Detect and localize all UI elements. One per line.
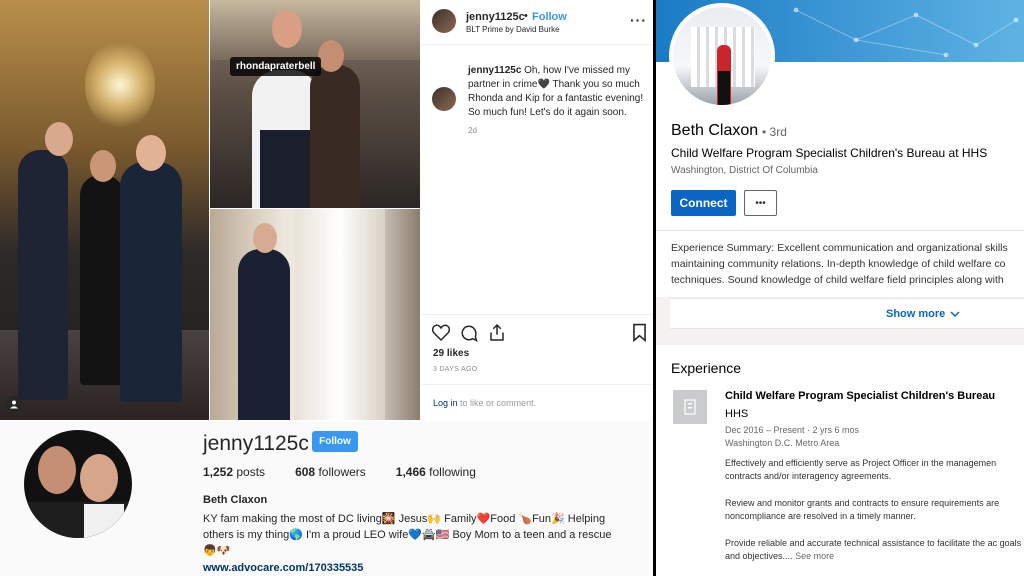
person-head bbox=[253, 223, 277, 253]
profile-follow-button[interactable]: Follow bbox=[312, 431, 358, 452]
bookmark-icon[interactable] bbox=[632, 323, 647, 347]
chevron-down-icon bbox=[950, 308, 960, 320]
job-title[interactable]: Child Welfare Program Specialist Childre… bbox=[725, 390, 995, 402]
heart-icon[interactable] bbox=[431, 324, 451, 346]
person-silhouette bbox=[238, 249, 290, 420]
top-card-divider bbox=[656, 230, 1024, 231]
person-silhouette bbox=[80, 175, 124, 385]
post-follow-link[interactable]: Follow bbox=[532, 11, 567, 23]
post-follow-dot: • bbox=[524, 10, 528, 22]
post-photo-bottom-right bbox=[210, 209, 420, 420]
chandelier-glow bbox=[85, 40, 155, 130]
avatar-person bbox=[38, 446, 76, 494]
linkedin-profile-photo[interactable] bbox=[669, 3, 775, 109]
login-prompt: Log in to like or comment. bbox=[433, 398, 536, 408]
following-stat[interactable]: 1,466 following bbox=[396, 465, 476, 479]
person-silhouette bbox=[18, 150, 68, 400]
person-head bbox=[136, 135, 166, 171]
see-more-link[interactable]: See more bbox=[795, 551, 834, 561]
user-tag-icon[interactable] bbox=[6, 396, 22, 412]
job-company[interactable]: HHS bbox=[725, 408, 748, 420]
avatar-person bbox=[80, 454, 118, 502]
experience-heading: Experience bbox=[671, 360, 742, 376]
profile-bio: KY fam making the most of DC living🎇 Jes… bbox=[203, 513, 612, 557]
more-actions-button[interactable]: ••• bbox=[744, 190, 777, 216]
login-link[interactable]: Log in bbox=[433, 398, 458, 408]
job-description-3: Provide reliable and accurate technical … bbox=[725, 537, 1024, 563]
followers-label: followers bbox=[318, 465, 366, 479]
job-description-3-text: Provide reliable and accurate technical … bbox=[725, 538, 1022, 561]
followers-count: 608 bbox=[295, 465, 316, 479]
posts-count: 1,252 bbox=[203, 465, 234, 479]
person-head bbox=[45, 122, 73, 156]
summary-show-more-bar bbox=[670, 299, 1024, 329]
photo-tag-label[interactable]: rhondapraterbell bbox=[230, 57, 322, 76]
photo-person-legs bbox=[718, 71, 730, 105]
linkedin-name: Beth Claxon bbox=[671, 122, 759, 139]
show-more-label: Show more bbox=[886, 308, 946, 320]
profile-full-name: Beth Claxon bbox=[203, 494, 268, 506]
person-silhouette bbox=[120, 162, 182, 402]
connection-degree: • 3rd bbox=[762, 125, 787, 139]
linkedin-location: Washington, District Of Columbia bbox=[671, 165, 818, 176]
post-location[interactable]: BLT Prime by David Burke bbox=[466, 25, 560, 34]
caption-username[interactable]: jenny1125c bbox=[468, 65, 521, 76]
job-dates: Dec 2016 – Present · 2 yrs 6 mos bbox=[725, 425, 860, 435]
building-icon bbox=[684, 399, 696, 415]
connection-degree-value: 3rd bbox=[769, 125, 787, 139]
person-silhouette bbox=[310, 65, 360, 208]
profile-stats: 1,252 posts 608 followers 1,466 followin… bbox=[203, 465, 476, 479]
person-head bbox=[90, 150, 116, 182]
post-actions-divider bbox=[421, 314, 653, 315]
post-caption: jenny1125c Oh, how I've missed my partne… bbox=[468, 64, 650, 120]
profile-link[interactable]: www.advocare.com/170335535 bbox=[203, 562, 363, 574]
connect-button[interactable]: Connect bbox=[671, 190, 736, 216]
more-horizontal-icon[interactable]: ··· bbox=[630, 12, 647, 28]
posts-label: posts bbox=[236, 465, 266, 479]
post-login-divider bbox=[421, 384, 653, 385]
person-legs bbox=[260, 130, 312, 208]
caption-author-avatar[interactable] bbox=[432, 87, 456, 111]
profile-username: jenny1125c bbox=[203, 432, 309, 455]
post-author-avatar[interactable] bbox=[432, 9, 456, 33]
caption-age: 2d bbox=[468, 126, 477, 135]
linkedin-headline: Child Welfare Program Specialist Childre… bbox=[671, 146, 988, 160]
comment-icon[interactable] bbox=[460, 324, 478, 347]
post-photo-top-right: rhondapraterbell bbox=[210, 0, 420, 208]
job-location: Washington D.C. Metro Area bbox=[725, 438, 840, 448]
share-icon[interactable] bbox=[488, 323, 506, 347]
posts-stat: 1,252 posts bbox=[203, 465, 265, 479]
profile-avatar[interactable] bbox=[24, 430, 132, 538]
following-label: following bbox=[429, 465, 476, 479]
marble-pillar bbox=[295, 209, 385, 420]
company-logo-placeholder[interactable] bbox=[673, 390, 707, 424]
login-prompt-text: to like or comment. bbox=[460, 398, 537, 408]
job-description-2: Review and monitor grants and contracts … bbox=[725, 498, 1000, 521]
avatar-clothing bbox=[84, 504, 124, 538]
job-description-1: Effectively and efficiently serve as Pro… bbox=[725, 458, 997, 481]
post-author-username[interactable]: jenny1125c bbox=[466, 11, 525, 23]
post-photo-main bbox=[0, 0, 209, 420]
show-more-button[interactable]: Show more bbox=[886, 308, 960, 320]
linkedin-summary: Experience Summary: Excellent communicat… bbox=[671, 242, 1008, 286]
person-head bbox=[272, 10, 302, 48]
followers-stat[interactable]: 608 followers bbox=[295, 465, 366, 479]
likes-count[interactable]: 29 likes bbox=[433, 348, 469, 359]
background-crowd bbox=[210, 0, 420, 60]
post-timestamp: 3 DAYS AGO bbox=[433, 366, 478, 373]
post-header-divider bbox=[421, 44, 653, 45]
following-count: 1,466 bbox=[395, 465, 426, 479]
person-head bbox=[318, 40, 344, 72]
